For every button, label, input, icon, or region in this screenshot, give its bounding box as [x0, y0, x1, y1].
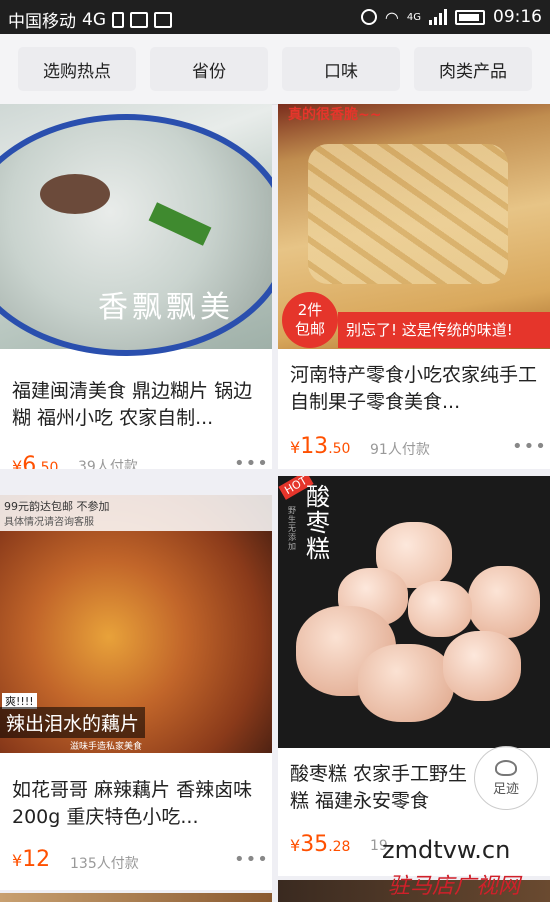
price-integer: 35 [300, 832, 329, 857]
currency-symbol: ¥ [290, 836, 301, 855]
notification-icon [154, 11, 172, 28]
product-price: ¥12 [12, 847, 50, 872]
next-card-peek [0, 893, 272, 902]
image-caption: 香飘飘美 [98, 290, 234, 325]
image-caption: 辣出泪水的藕片 [0, 707, 146, 738]
gallery-icon [130, 11, 148, 28]
filter-bar: 选购热点 省份 口味 肉类产品 [0, 34, 550, 105]
image-side-text: 野生无添加 [288, 506, 296, 551]
product-title: 福建闽清美食 鼎边糊片 锅边糊 福州小吃 农家自制... [12, 380, 253, 429]
wifi-icon: ◠ [384, 7, 399, 27]
image-sub: 滋味手造私家美食 [70, 742, 143, 752]
product-image: 香飘飘美 [0, 104, 272, 356]
currency-symbol: ¥ [12, 457, 23, 469]
price-integer: 12 [22, 847, 51, 872]
watermark-url: zmdtvw.cn [382, 836, 511, 864]
image-title: 酸枣糕 [306, 483, 330, 563]
product-card[interactable]: 真的很香脆~~ 2件 包邮 别忘了! 这是传统的味道! 河南特产零食小吃农家纯手… [278, 104, 550, 469]
more-icon[interactable]: ••• [512, 436, 547, 457]
currency-symbol: ¥ [12, 851, 23, 870]
price-decimal: .50 [36, 460, 59, 469]
product-image: 真的很香脆~~ 2件 包邮 别忘了! 这是传统的味道! [278, 104, 550, 349]
more-icon[interactable]: ••• [234, 453, 269, 469]
network-small-label: 4G [406, 11, 421, 23]
filter-flavor[interactable]: 口味 [282, 47, 400, 91]
promo-line2: 具体情况请咨询客服 [4, 517, 94, 528]
footprint-button[interactable]: 足迹 [474, 746, 538, 810]
product-card[interactable]: HOT 酸枣糕 野生无添加 酸枣糕 农家手工野生 糕 福建永安零食 ¥35.28… [278, 476, 550, 876]
alarm-icon [360, 9, 377, 25]
network-label: 4G [82, 9, 106, 30]
product-price: ¥13.50 [290, 434, 350, 459]
product-price: ¥35.28 [290, 832, 350, 857]
carrier-label: 中国移动 [8, 12, 76, 32]
currency-symbol: ¥ [290, 438, 301, 457]
badge-line1: 2件 [297, 301, 323, 319]
top-banner: 真的很香脆~~ [288, 107, 382, 123]
more-icon[interactable]: ••• [234, 849, 269, 870]
product-card[interactable]: 99元韵达包邮 不参加 具体情况请咨询客服 爽!!!! 辣出泪水的藕片 滋味手造… [0, 495, 272, 890]
product-image: HOT 酸枣糕 野生无添加 [278, 476, 550, 748]
free-shipping-badge: 2件 包邮 [282, 292, 338, 348]
signal-icon [429, 9, 447, 25]
badge-line2: 包邮 [294, 320, 325, 338]
watermark-name: 驻马店广视网 [388, 874, 521, 899]
product-card[interactable]: 香飘飘美 福建闽清美食 鼎边糊片 锅边糊 福州小吃 农家自制... ¥6.50 … [0, 104, 272, 469]
filter-meat[interactable]: 肉类产品 [414, 47, 532, 91]
price-integer: 6 [22, 453, 37, 469]
price-decimal: .50 [328, 441, 351, 457]
clock: 09:16 [493, 7, 542, 27]
sim-icon [112, 11, 124, 28]
sold-count: 39人付款 [78, 459, 138, 469]
product-title: 如花哥哥 麻辣藕片 香辣卤味 200g 重庆特色小吃... [12, 779, 253, 828]
product-title: 酸枣糕 农家手工野生 糕 福建永安零食 [290, 763, 468, 812]
promo-line1: 99元韵达包邮 不参加 [4, 500, 110, 513]
product-title: 河南特产零食小吃农家纯手工自制果子零食美食... [290, 364, 538, 413]
footprint-label: 足迹 [492, 781, 519, 797]
sold-count: 91人付款 [370, 442, 430, 458]
price-decimal: .28 [328, 839, 351, 855]
status-bar: 中国移动 4G ◠ 4G 09:16 [0, 0, 550, 34]
footprint-icon [495, 759, 517, 776]
product-price: ¥6.50 [12, 453, 58, 469]
filter-hot[interactable]: 选购热点 [18, 47, 136, 91]
image-banner: 别忘了! 这是传统的味道! [338, 312, 550, 348]
product-image: 99元韵达包邮 不参加 具体情况请咨询客服 爽!!!! 辣出泪水的藕片 滋味手造… [0, 495, 272, 753]
filter-province[interactable]: 省份 [150, 47, 268, 91]
price-integer: 13 [300, 434, 329, 459]
sold-count: 135人付款 [70, 856, 139, 872]
battery-icon [455, 9, 485, 25]
